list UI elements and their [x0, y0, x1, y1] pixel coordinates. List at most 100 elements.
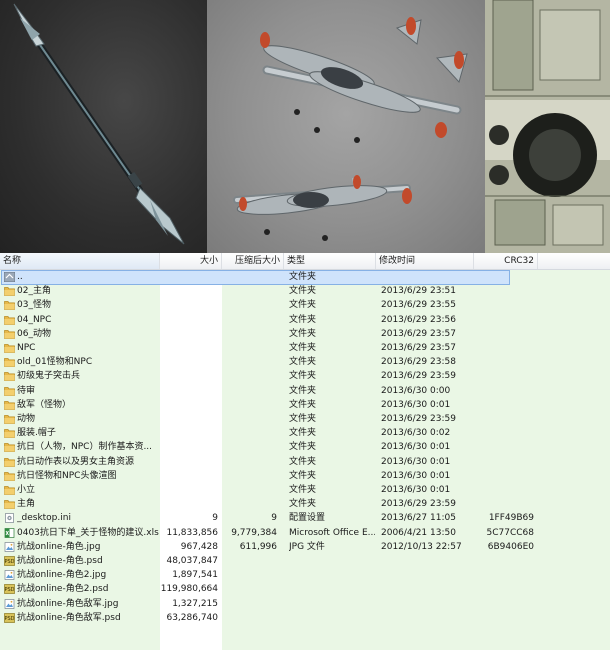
file-name: ..	[17, 272, 23, 282]
file-crc32	[478, 412, 534, 426]
file-row[interactable]: 抗战online-角色.jpg 967,428 611,996 JPG 文件 2012/…	[0, 540, 610, 554]
file-name: _desktop.ini	[17, 513, 71, 524]
file-name: 敌军（怪物）	[17, 399, 72, 410]
file-row[interactable]: 抗日怪物和NPC头像渲图 文件夹 2013/6/30 0:01	[0, 469, 610, 483]
file-modified: 2013/6/27 11:05	[381, 513, 456, 524]
file-size	[160, 369, 218, 383]
file-packed-size	[222, 384, 277, 398]
file-row[interactable]: PSD 抗战online-角色.psd 48,037,847	[0, 554, 610, 568]
file-size	[160, 313, 218, 327]
file-row[interactable]: 抗日动作表以及男女主角资源 文件夹 2013/6/30 0:01	[0, 455, 610, 469]
file-name: 抗战online-角色.jpg	[17, 541, 101, 552]
file-packed-size	[222, 582, 277, 596]
file-packed-size	[222, 455, 277, 469]
file-row[interactable]: PSD 抗战online-角色敌军.psd 63,286,740	[0, 611, 610, 625]
file-row[interactable]: 03_怪物 文件夹 2013/6/29 23:55	[0, 298, 610, 312]
file-row[interactable]: 主角 文件夹 2013/6/29 23:59	[0, 497, 610, 511]
file-size: 967,428	[180, 541, 218, 552]
file-packed-size	[222, 412, 277, 426]
file-crc32	[478, 455, 534, 469]
file-crc32	[478, 355, 534, 369]
file-name: 初级鬼子突击兵	[17, 371, 81, 382]
file-row[interactable]: 小立 文件夹 2013/6/30 0:01	[0, 483, 610, 497]
svg-text:PSD: PSD	[4, 559, 14, 565]
file-type	[289, 582, 375, 596]
svg-text:PSD: PSD	[4, 616, 14, 622]
file-modified: 2013/6/29 23:55	[381, 300, 456, 311]
file-packed-size	[222, 469, 277, 483]
file-row[interactable]: 抗日（人物，NPC）制作基本资... 文件夹 2013/6/30 0:01	[0, 440, 610, 454]
file-row[interactable]: 02_主角 文件夹 2013/6/29 23:51	[0, 284, 610, 298]
file-size	[160, 284, 218, 298]
file-row[interactable]: 待审 文件夹 2013/6/30 0:00	[0, 384, 610, 398]
file-modified: 2013/6/29 23:51	[381, 286, 456, 297]
file-row[interactable]: 初级鬼子突击兵 文件夹 2013/6/29 23:59	[0, 369, 610, 383]
column-header-packed-size[interactable]: 压缩后大小	[222, 253, 284, 269]
file-name: 服装.帽子	[17, 428, 56, 439]
file-packed-size	[222, 341, 277, 355]
column-header-name[interactable]: 名称	[0, 253, 160, 269]
file-name: 抗日动作表以及男女主角资源	[17, 456, 135, 467]
file-row[interactable]: 04_NPC 文件夹 2013/6/29 23:56	[0, 313, 610, 327]
file-crc32	[478, 369, 534, 383]
file-modified	[381, 568, 473, 582]
svg-text:PSD: PSD	[4, 588, 14, 594]
file-crc32: 1FF49B69	[488, 513, 534, 524]
file-row[interactable]: old_01怪物和NPC 文件夹 2013/6/29 23:58	[0, 355, 610, 369]
column-header-crc32[interactable]: CRC32	[474, 253, 538, 269]
column-header-bar: 名称 大小 压缩后大小 类型 修改时间 CRC32	[0, 253, 610, 270]
file-crc32	[478, 426, 534, 440]
file-type: 文件夹	[289, 485, 317, 495]
archive-file-list: 名称 大小 压缩后大小 类型 修改时间 CRC32 .. 文件夹 02_主角 文件夹 2…	[0, 253, 610, 650]
file-row[interactable]: NPC 文件夹 2013/6/29 23:57	[0, 341, 610, 355]
file-type: 文件夹	[289, 300, 317, 311]
file-packed-size	[222, 597, 277, 611]
file-modified: 2013/6/30 0:01	[381, 470, 451, 481]
column-header-type[interactable]: 类型	[284, 253, 376, 269]
file-type	[289, 554, 375, 568]
file-size	[160, 398, 218, 412]
file-name: 抗战online-角色2.jpg	[17, 570, 107, 581]
file-crc32	[478, 483, 534, 497]
file-packed-size	[222, 440, 277, 454]
file-type: 文件夹	[289, 499, 317, 510]
file-modified	[381, 270, 473, 284]
file-modified	[381, 582, 473, 596]
file-crc32	[478, 270, 534, 284]
file-row[interactable]: PSD 抗战online-角色2.psd 119,980,664	[0, 582, 610, 596]
file-size	[160, 412, 218, 426]
file-row[interactable]: 抗战online-角色2.jpg 1,897,541	[0, 568, 610, 582]
file-row[interactable]: 敌军（怪物） 文件夹 2013/6/30 0:01	[0, 398, 610, 412]
column-header-modified[interactable]: 修改时间	[376, 253, 474, 269]
file-type: 文件夹	[289, 399, 317, 410]
file-packed-size: 9	[271, 513, 277, 524]
file-size: 119,980,664	[160, 584, 218, 595]
file-name: 抗战online-角色敌军.psd	[17, 612, 121, 623]
file-modified: 2013/6/30 0:01	[381, 442, 451, 453]
file-row[interactable]: 抗战online-角色敌军.jpg 1,327,215	[0, 597, 610, 611]
file-type	[289, 611, 375, 625]
file-type: 文件夹	[289, 456, 317, 467]
file-packed-size	[222, 426, 277, 440]
file-type: 文件夹	[289, 385, 317, 396]
column-header-size[interactable]: 大小	[160, 253, 222, 269]
file-crc32	[478, 554, 534, 568]
file-row[interactable]: _desktop.ini 9 9 配置设置 2013/6/27 11:05 1FF49B6…	[0, 511, 610, 525]
file-row[interactable]: 动物 文件夹 2013/6/29 23:59	[0, 412, 610, 426]
file-row[interactable]: 服装.帽子 文件夹 2013/6/30 0:02	[0, 426, 610, 440]
file-size	[160, 455, 218, 469]
file-modified: 2013/6/29 23:59	[381, 414, 456, 424]
file-modified: 2013/6/29 23:59	[381, 371, 456, 382]
file-modified: 2013/6/29 23:58	[381, 357, 456, 368]
file-type: JPG 文件	[289, 541, 325, 552]
file-size	[160, 341, 218, 355]
file-row[interactable]: 0403抗日下单_关于怪物的建议.xls 11,833,856 9,779,384 M…	[0, 526, 610, 540]
file-row[interactable]: 06_动物 文件夹 2013/6/29 23:57	[0, 327, 610, 341]
file-name: 抗战online-角色敌军.jpg	[17, 598, 119, 609]
preview-image-strip	[0, 0, 610, 253]
file-modified: 2012/10/13 22:57	[381, 541, 462, 552]
file-row[interactable]: .. 文件夹	[0, 270, 610, 285]
file-crc32	[478, 341, 534, 355]
file-type: 配置设置	[289, 513, 326, 524]
file-packed-size	[222, 568, 277, 582]
